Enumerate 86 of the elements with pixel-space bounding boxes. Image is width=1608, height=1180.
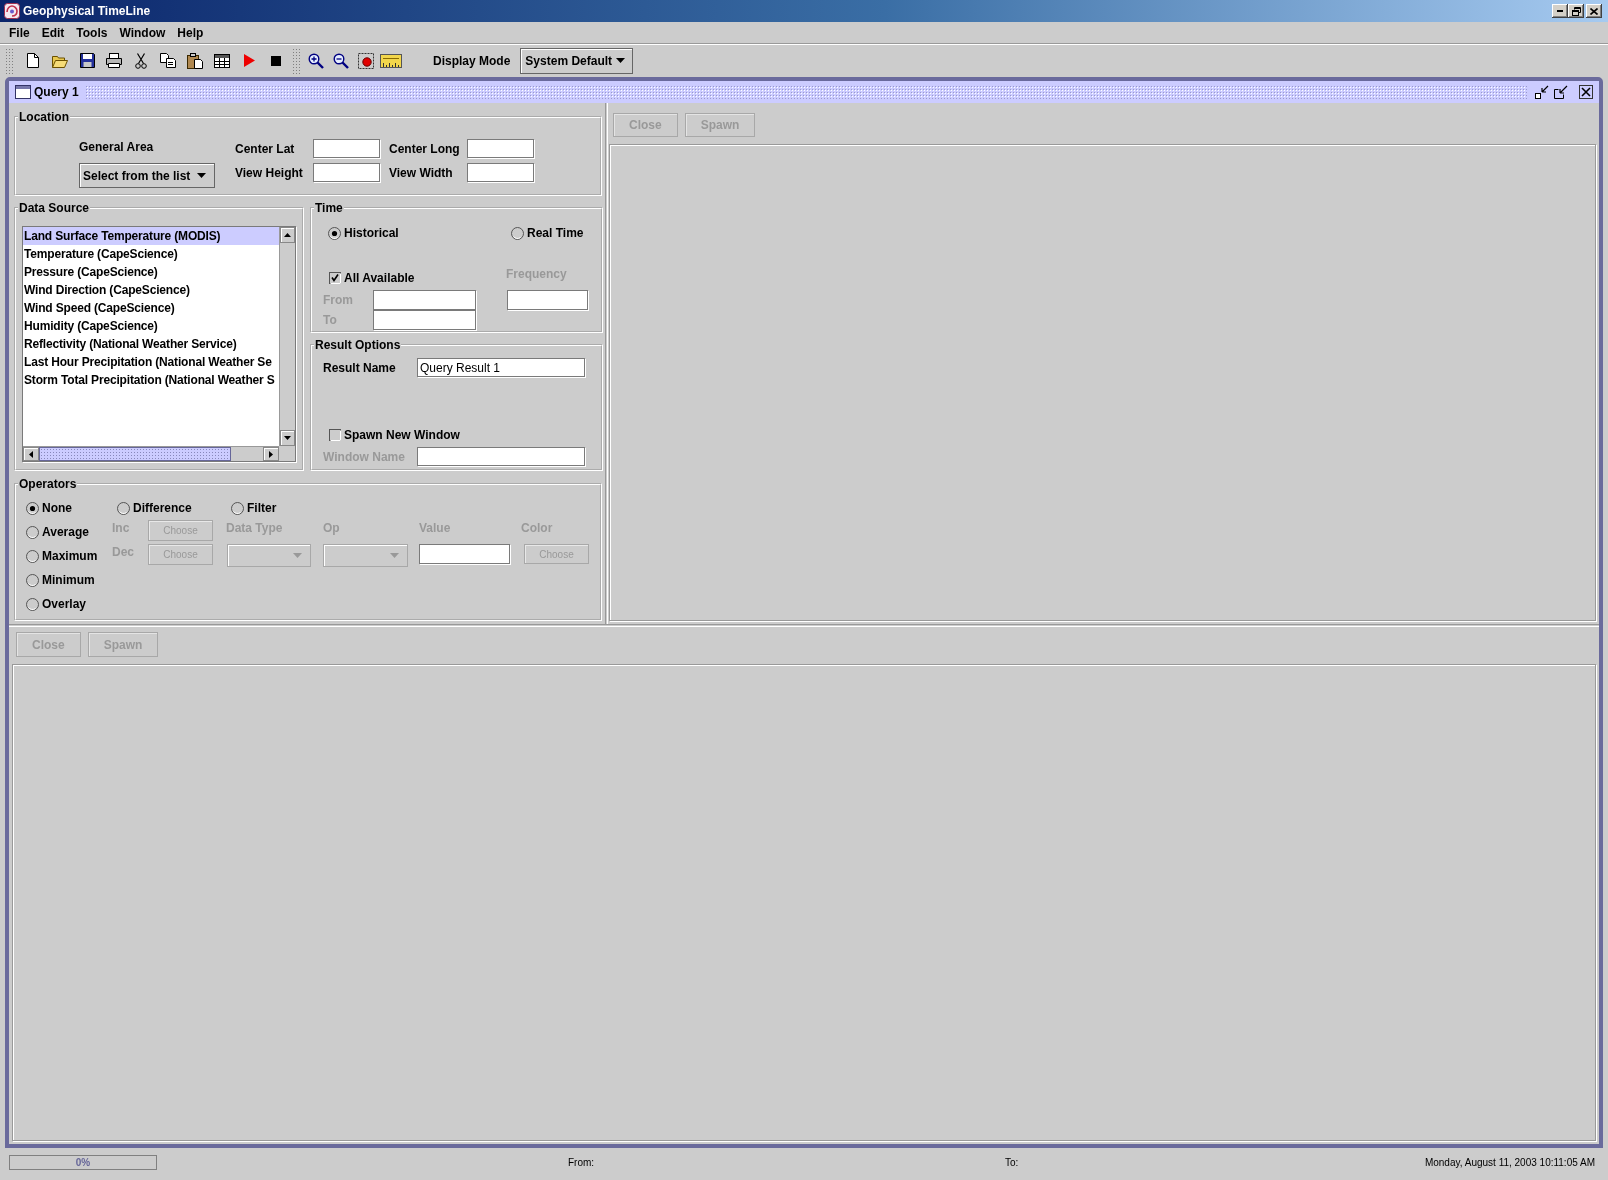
stop-icon[interactable] xyxy=(271,55,281,66)
table-icon[interactable] xyxy=(214,53,230,68)
vertical-scrollbar[interactable] xyxy=(279,227,295,446)
clipboard-icon[interactable] xyxy=(187,52,203,69)
group-title: Data Source xyxy=(18,201,91,215)
timestamp: Monday, August 11, 2003 10:11:05 AM xyxy=(1424,1156,1596,1168)
zoom-in-icon[interactable] xyxy=(308,52,324,69)
text-field[interactable]: Query Result 1 xyxy=(417,358,585,377)
window-title: Query 1 xyxy=(34,85,79,99)
text-field[interactable] xyxy=(467,139,534,158)
copy-icon[interactable] xyxy=(160,53,176,68)
close-icon[interactable] xyxy=(1579,85,1593,99)
scroll-down-button[interactable] xyxy=(280,430,295,446)
close-icon xyxy=(1590,7,1598,15)
radio-button[interactable]: Maximum xyxy=(26,549,112,563)
menu-item[interactable]: Window xyxy=(113,23,172,42)
horizontal-scrollbar[interactable] xyxy=(23,446,279,461)
menu-item[interactable]: Tools xyxy=(70,23,114,42)
display-mode-dropdown[interactable]: System Default xyxy=(520,47,634,74)
text-field[interactable] xyxy=(373,290,476,310)
restore-icon xyxy=(1571,6,1581,16)
text-field[interactable] xyxy=(373,310,476,330)
target-icon[interactable] xyxy=(358,52,374,69)
close-button[interactable] xyxy=(1586,4,1602,18)
radio-button[interactable]: Minimum xyxy=(26,573,112,587)
radio-button[interactable]: Real Time xyxy=(511,226,587,240)
restore-button[interactable] xyxy=(1568,4,1584,18)
radio-button[interactable]: Filter xyxy=(231,501,408,515)
printer-icon[interactable] xyxy=(106,53,122,68)
menu-item[interactable]: File xyxy=(3,23,36,42)
folder-icon[interactable] xyxy=(52,53,68,68)
radio-button[interactable]: Difference xyxy=(117,501,213,515)
text-field[interactable] xyxy=(417,447,585,466)
field-label: Center Lat xyxy=(235,141,296,156)
app-logo-icon xyxy=(4,3,20,19)
minimize-icon xyxy=(1557,10,1563,12)
radio-button[interactable]: Overlay xyxy=(26,597,112,611)
progress-reading: 0% xyxy=(75,1156,91,1168)
maximize-icon[interactable] xyxy=(1554,85,1568,99)
new-document-icon[interactable] xyxy=(27,53,39,68)
right-arrow-icon xyxy=(269,450,273,458)
text-field[interactable] xyxy=(313,139,380,158)
caret-icon xyxy=(616,58,626,63)
menu-item[interactable]: Help xyxy=(171,23,210,42)
ruler-icon[interactable] xyxy=(380,53,402,68)
group-title: Time xyxy=(314,201,344,215)
general-area-label: General Area xyxy=(79,140,154,154)
window-icon xyxy=(15,85,31,99)
group-title: Operators xyxy=(18,477,78,491)
up-arrow-icon xyxy=(284,233,291,237)
radio-button[interactable]: None xyxy=(26,501,112,515)
caret-icon xyxy=(197,173,206,178)
group-title: Result Options xyxy=(314,338,402,352)
frequency-field[interactable] xyxy=(507,290,588,310)
group-title: Location xyxy=(18,110,70,124)
scroll-left-button[interactable] xyxy=(23,447,39,461)
scrollbar-thumb[interactable] xyxy=(39,447,231,461)
scroll-up-button[interactable] xyxy=(280,227,295,243)
text-field[interactable] xyxy=(467,163,534,182)
to-label: To: xyxy=(1005,1156,1019,1168)
left-arrow-icon xyxy=(29,450,33,458)
scissors-icon[interactable] xyxy=(135,52,147,69)
field-label: View Width xyxy=(389,165,454,180)
caret-icon xyxy=(390,553,399,558)
checkbox[interactable]: All Available xyxy=(329,271,476,285)
general-area-dropdown[interactable]: Select from the list xyxy=(79,163,215,188)
text-field[interactable] xyxy=(313,163,380,182)
zoom-out-icon[interactable] xyxy=(333,52,349,69)
field-label: Result Name xyxy=(323,360,397,375)
minimize-button[interactable] xyxy=(1552,4,1568,18)
scroll-right-button[interactable] xyxy=(263,447,279,461)
checkbox[interactable]: Spawn New Window xyxy=(329,428,585,442)
menu-item[interactable]: Edit xyxy=(35,23,71,42)
radio-button[interactable]: Average xyxy=(26,525,112,539)
field-label: View Height xyxy=(235,165,304,180)
minimize-icon[interactable] xyxy=(1535,85,1549,99)
down-arrow-icon xyxy=(284,436,291,440)
play-icon[interactable] xyxy=(243,54,255,67)
list-item[interactable]: Land Surface Temperature (MODIS) xyxy=(23,227,279,245)
caret-icon xyxy=(293,553,302,558)
display-mode-label: Display Mode xyxy=(433,53,511,68)
text-field[interactable] xyxy=(419,544,510,564)
field-label: Center Long xyxy=(389,141,461,156)
from-label: From: xyxy=(568,1156,595,1168)
radio-button[interactable]: Historical xyxy=(328,226,476,240)
window-title: Geophysical TimeLine xyxy=(23,4,151,18)
